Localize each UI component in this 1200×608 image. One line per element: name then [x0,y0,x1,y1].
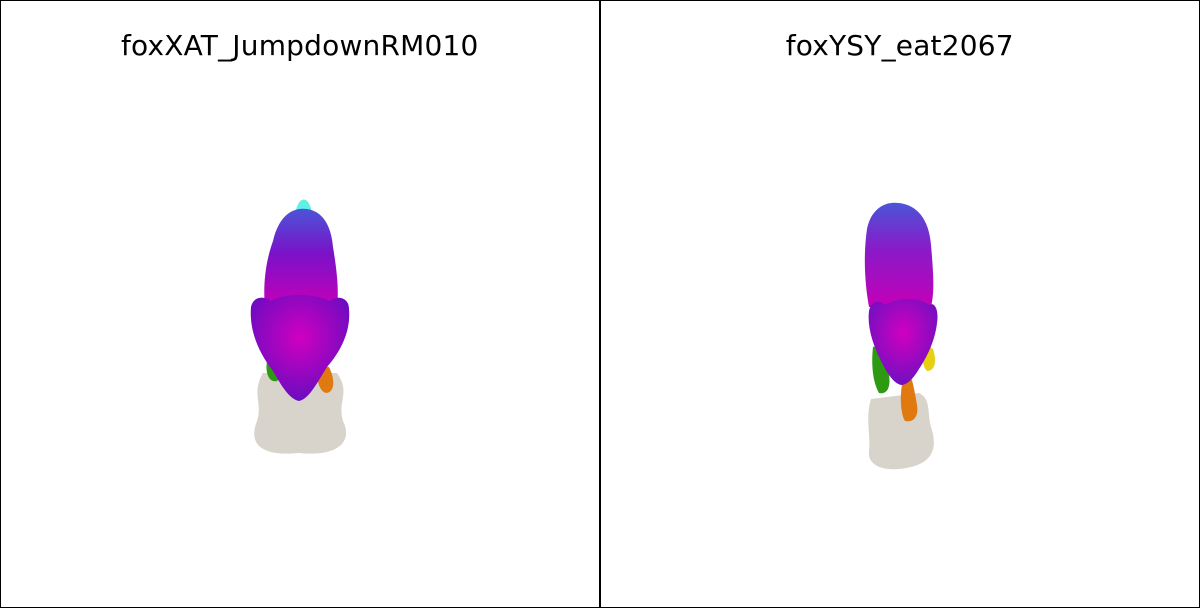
panel-left: foxXAT_JumpdownRM010 [1,1,601,607]
fox-body [264,208,338,307]
panel-right: foxYSY_eat2067 [601,1,1200,607]
fox-render [250,199,350,454]
viewer-frame: foxXAT_JumpdownRM010 foxYSY_eat2067 [0,0,1200,608]
fox-body [864,202,933,307]
fox-render [864,202,938,470]
